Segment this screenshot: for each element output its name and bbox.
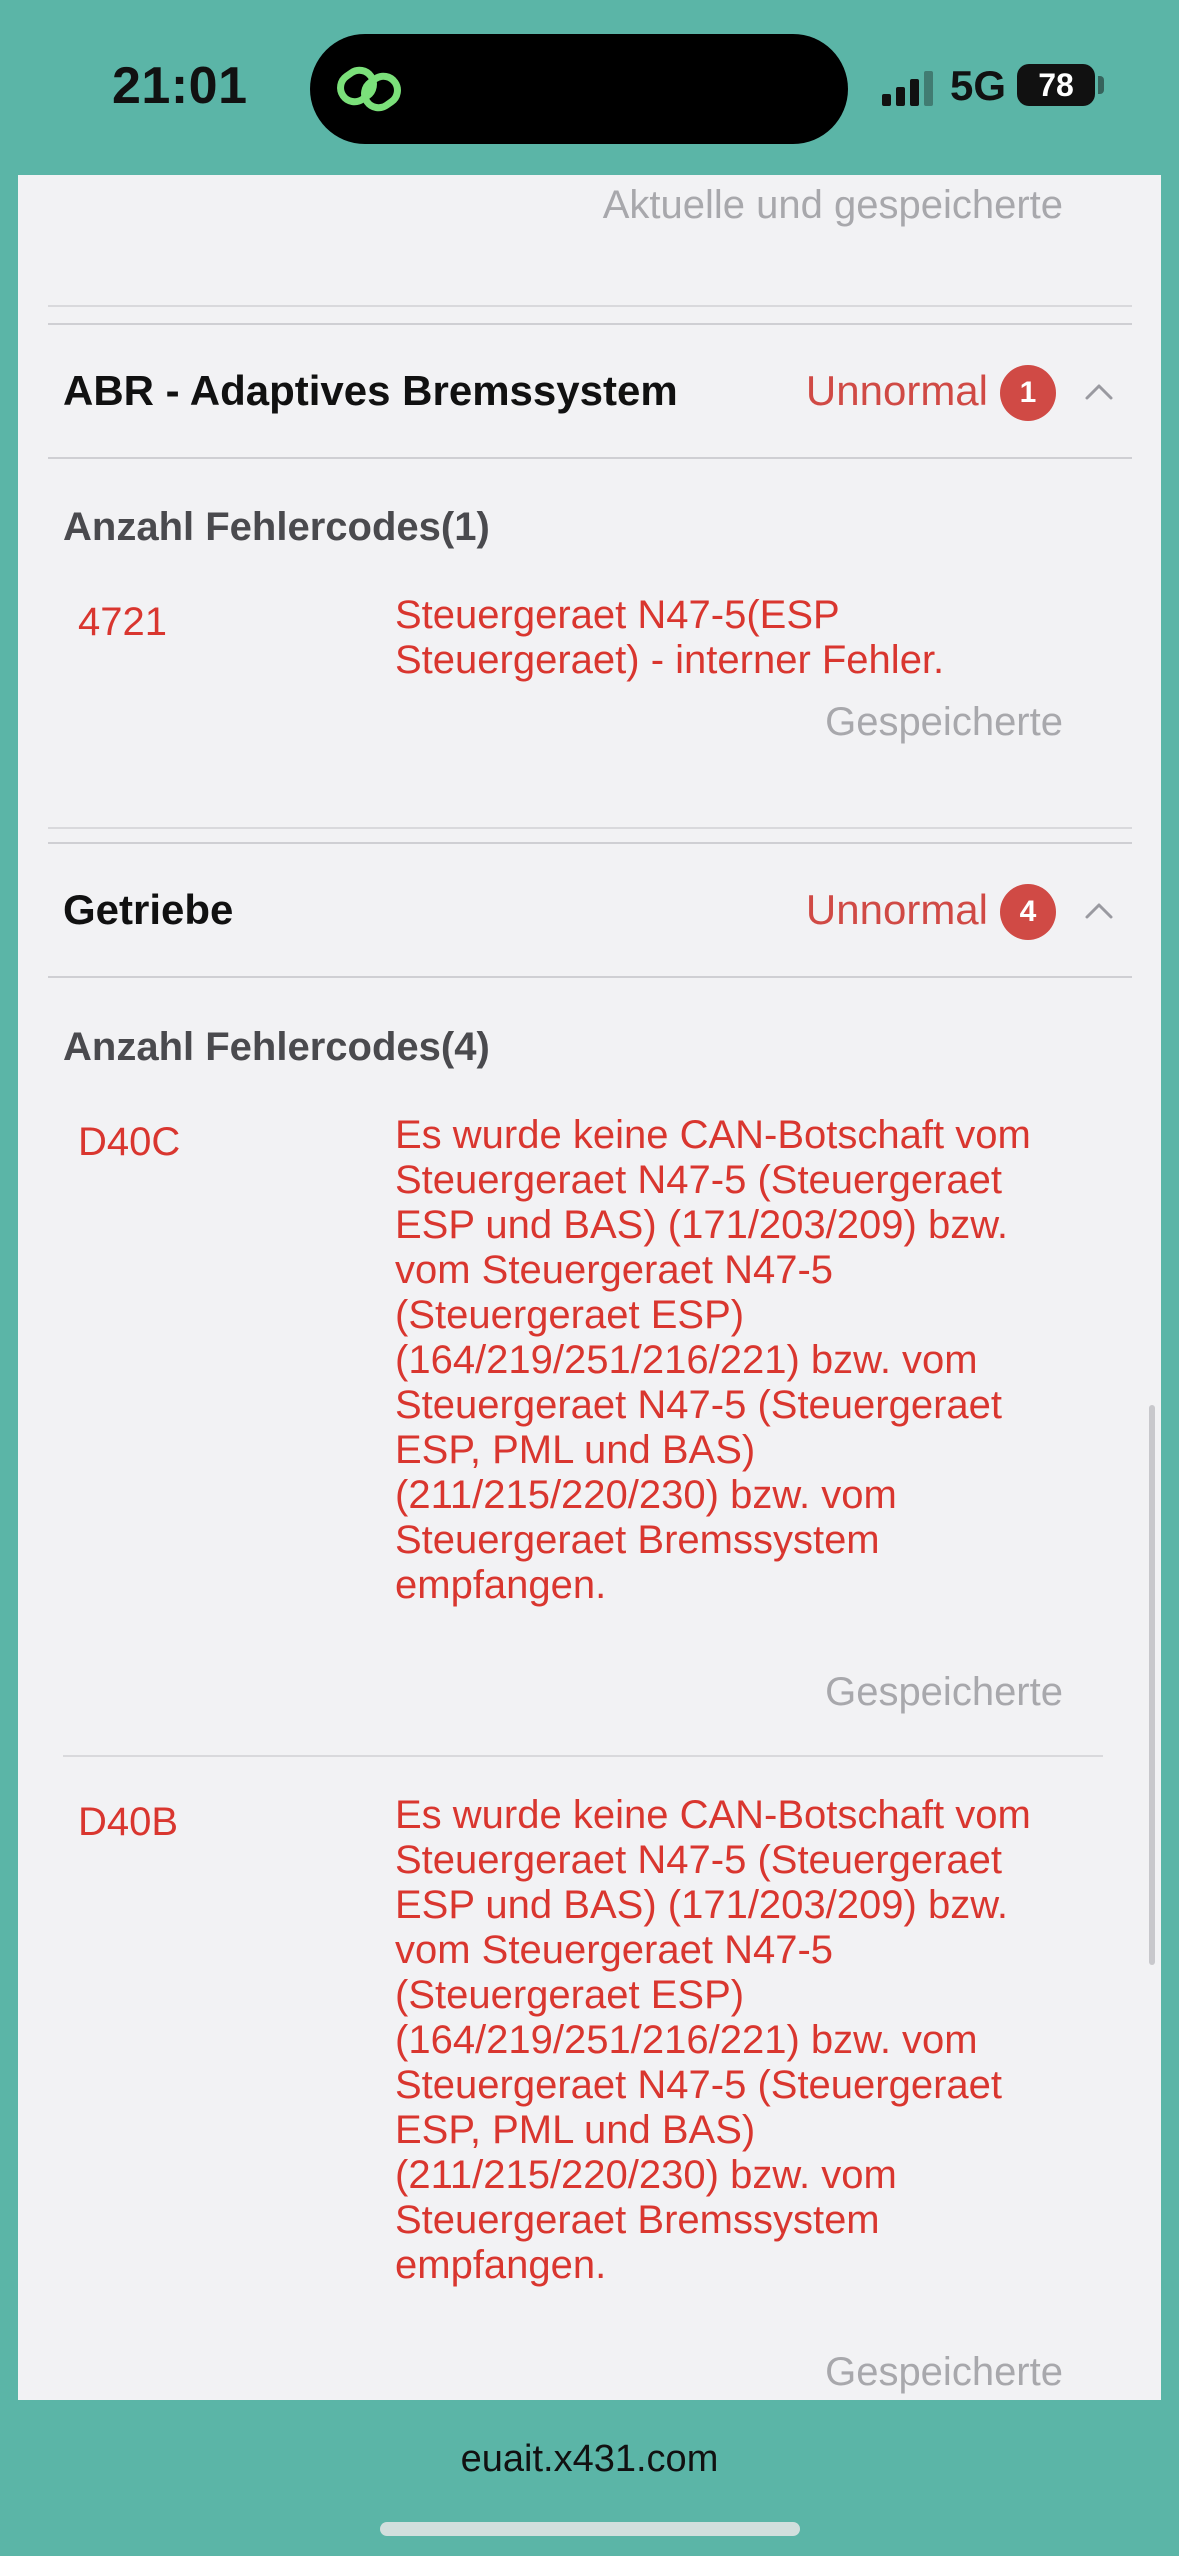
fault-count-badge: 4: [1000, 884, 1056, 940]
fault-description: Es wurde keine CAN-Botschaft vom Steuerg…: [395, 1113, 1031, 1607]
divider: [48, 827, 1132, 829]
fault-state: Gespeicherte: [825, 1670, 1063, 1714]
section-header-abr[interactable]: ABR - Adaptives Bremssystem Unnormal 1: [48, 323, 1132, 459]
dynamic-island: [310, 34, 848, 144]
fault-count-heading: Anzahl Fehlercodes(4): [63, 1025, 490, 1069]
divider: [48, 305, 1132, 307]
fault-count-badge: 1: [1000, 365, 1056, 421]
browser-url-bar[interactable]: euait.x431.com: [0, 2400, 1179, 2556]
status-bar: 21:01 5G 78: [0, 0, 1179, 175]
chevron-up-icon[interactable]: [1084, 896, 1114, 926]
fault-description: Es wurde keine CAN-Botschaft vom Steuerg…: [395, 1793, 1031, 2287]
section-title: Getriebe: [63, 886, 234, 933]
scrollbar-thumb[interactable]: [1149, 1405, 1155, 1965]
battery-tip: [1098, 76, 1104, 94]
section-status: Unnormal: [805, 886, 988, 933]
cellular-signal-icon: [882, 71, 933, 106]
section-status: Unnormal: [805, 367, 988, 414]
fault-code: D40C: [78, 1120, 181, 1164]
fault-description: Steuergeraet N47-5(ESP Steuergeraet) - i…: [395, 593, 945, 682]
network-type: 5G: [950, 62, 1007, 109]
section-title: ABR - Adaptives Bremssystem: [63, 367, 678, 414]
fault-code: D40B: [78, 1800, 179, 1844]
url-text[interactable]: euait.x431.com: [0, 2438, 1179, 2481]
fault-state: Gespeicherte: [825, 2350, 1063, 2394]
diagnostic-report[interactable]: Aktuelle und gespeicherte ABR - Adaptive…: [18, 175, 1161, 2400]
section-header-getriebe[interactable]: Getriebe Unnormal 4: [48, 842, 1132, 978]
battery-icon: 78: [1017, 64, 1095, 106]
home-indicator[interactable]: [380, 2522, 800, 2536]
fault-state-label: Aktuelle und gespeicherte: [602, 183, 1063, 227]
fault-count-heading: Anzahl Fehlercodes(1): [63, 505, 490, 549]
chevron-up-icon[interactable]: [1084, 377, 1114, 407]
phone-screen: 21:01 5G 78 Aktuelle und gespeicherte AB…: [0, 0, 1179, 2556]
row-separator: [63, 1755, 1103, 1757]
link-app-icon: [337, 66, 401, 112]
battery-level: 78: [1038, 67, 1074, 103]
fault-state: Gespeicherte: [825, 700, 1063, 744]
fault-code: 4721: [78, 600, 167, 644]
status-time: 21:01: [112, 57, 248, 115]
